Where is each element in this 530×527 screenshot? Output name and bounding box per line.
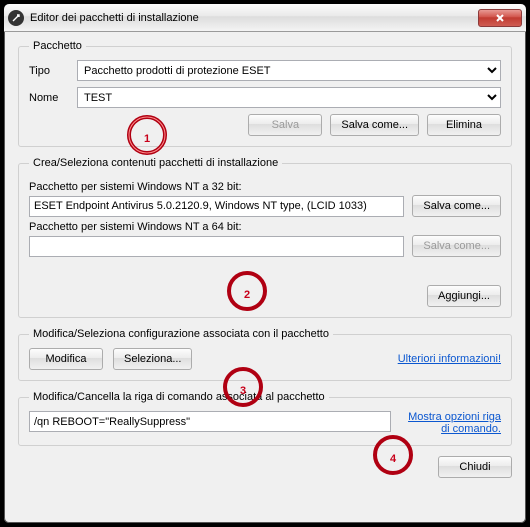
- titlebar[interactable]: Editor dei pacchetti di installazione: [4, 4, 526, 32]
- tipo-select[interactable]: Pacchetto prodotti di protezione ESET: [77, 60, 501, 81]
- pkg64-field[interactable]: [29, 236, 404, 257]
- tipo-label: Tipo: [29, 65, 69, 77]
- nome-label: Nome: [29, 92, 69, 104]
- cmdline-field[interactable]: [29, 411, 391, 432]
- pkg64-label: Pacchetto per sistemi Windows NT a 64 bi…: [29, 221, 501, 233]
- modify-button[interactable]: Modifica: [29, 348, 103, 370]
- cmd-options-link[interactable]: Mostra opzioni riga di comando.: [401, 411, 501, 435]
- group-cmdline: Modifica/Cancella la riga di comando ass…: [18, 391, 512, 446]
- pkg32-label: Pacchetto per sistemi Windows NT a 32 bi…: [29, 181, 501, 193]
- add-button[interactable]: Aggiungi...: [427, 285, 501, 307]
- delete-button[interactable]: Elimina: [427, 114, 501, 136]
- window-close-button[interactable]: [478, 9, 522, 27]
- group-pacchetto-legend: Pacchetto: [29, 40, 86, 52]
- save-button[interactable]: Salva: [248, 114, 322, 136]
- group-config: Modifica/Seleziona configurazione associ…: [18, 328, 512, 381]
- pkg32-save-as-button[interactable]: Salva come...: [412, 195, 501, 217]
- app-icon: [8, 10, 24, 26]
- pkg32-field[interactable]: [29, 196, 404, 217]
- group-contents-legend: Crea/Seleziona contenuti pacchetti di in…: [29, 157, 282, 169]
- window-frame: Editor dei pacchetti di installazione Pa…: [0, 0, 530, 527]
- save-as-button[interactable]: Salva come...: [330, 114, 419, 136]
- group-pacchetto: Pacchetto Tipo Pacchetto prodotti di pro…: [18, 40, 512, 147]
- close-button[interactable]: Chiudi: [438, 456, 512, 478]
- group-cmdline-legend: Modifica/Cancella la riga di comando ass…: [29, 391, 329, 403]
- pkg64-save-as-button[interactable]: Salva come...: [412, 235, 501, 257]
- select-button[interactable]: Seleziona...: [113, 348, 192, 370]
- window-title: Editor dei pacchetti di installazione: [30, 12, 478, 24]
- group-config-legend: Modifica/Seleziona configurazione associ…: [29, 328, 333, 340]
- more-info-link[interactable]: Ulteriori informazioni!: [398, 353, 501, 365]
- group-contents: Crea/Seleziona contenuti pacchetti di in…: [18, 157, 512, 318]
- nome-select[interactable]: TEST: [77, 87, 501, 108]
